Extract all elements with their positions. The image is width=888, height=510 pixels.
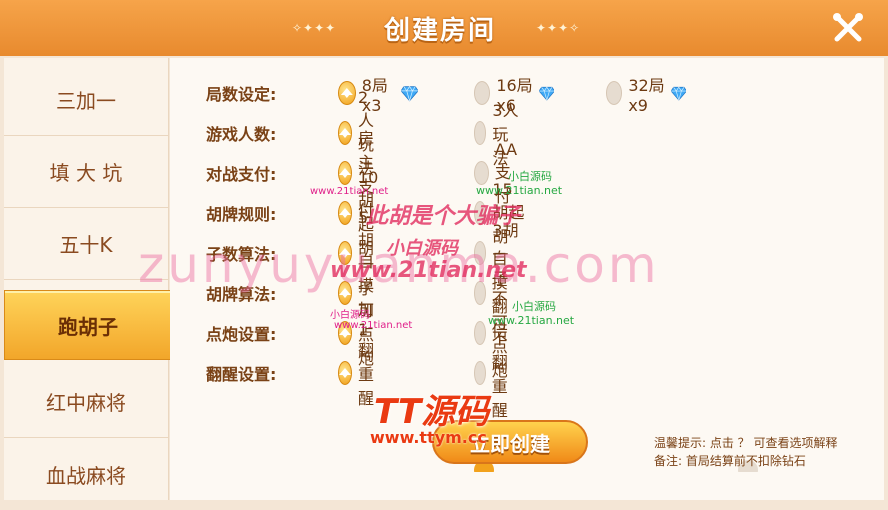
setting-option[interactable]: 32局x9 (606, 76, 687, 115)
radio-checked-icon[interactable] (338, 81, 356, 105)
sidebar-item-tiandakeng[interactable]: 填 大 坑 (4, 136, 168, 208)
setting-label: 胡牌算法: (206, 285, 277, 304)
setting-label: 游戏人数: (206, 125, 277, 144)
game-type-sidebar: 三加一 填 大 坑 五十K 跑胡子 红中麻将 血战麻将 (4, 58, 172, 500)
radio-unchecked-icon[interactable] (474, 281, 486, 305)
sidebar-item-xuezhan-majiang[interactable]: 血战麻将 (4, 438, 168, 510)
radio-checked-icon[interactable] (338, 321, 352, 345)
option-label: 32局x9 (628, 75, 665, 115)
radio-checked-icon[interactable] (338, 201, 352, 225)
sidebar-item-hongzhong-majiang[interactable]: 红中麻将 (4, 366, 168, 438)
tips-text: 温馨提示: 点击 ？ 可查看选项解释 备注: 首局结算前不扣除钻石 (654, 434, 880, 470)
setting-row: 对战支付: 房主支付 AA支付 (206, 129, 517, 220)
setting-label: 对战支付: (206, 165, 277, 184)
setting-row: 翻醒设置: 翻重醒 不翻重醒 (206, 329, 508, 420)
create-room-button[interactable]: 立即创建 (432, 420, 588, 464)
radio-unchecked-icon[interactable] (606, 81, 623, 105)
sidebar-item-paohuzi[interactable]: 跑胡子 (4, 290, 172, 360)
setting-option[interactable]: 不翻重醒 (474, 329, 520, 420)
radio-checked-icon[interactable] (338, 121, 352, 145)
setting-option[interactable]: 翻重醒 (338, 341, 384, 408)
setting-row: 胡牌算法: 自摸加1 自摸翻倍 (206, 249, 508, 340)
setting-row: 点炮设置: 可点炮 不可点炮 (206, 289, 508, 380)
setting-label: 点炮设置: (206, 325, 277, 344)
setting-row: 游戏人数: 2人玩法 3人玩法 (206, 88, 519, 178)
radio-checked-icon[interactable] (338, 361, 352, 385)
title-decoration-right: ✦✦✦✧ (536, 21, 581, 35)
sidebar-item-sanjiayi[interactable]: 三加一 (4, 64, 168, 136)
option-label: 翻重醒 (358, 341, 375, 408)
setting-label: 胡牌规则: (206, 205, 277, 224)
close-x-icon (833, 13, 863, 42)
setting-row: 子数算法: 5胡一子 3胡一子 (206, 208, 519, 298)
radio-unchecked-icon[interactable] (474, 361, 486, 385)
title-bar: ✧✦✦✦ 创建房间 ✦✦✦✧ (0, 0, 888, 56)
setting-label: 翻醒设置: (206, 365, 277, 384)
radio-checked-icon[interactable] (338, 281, 352, 305)
radio-unchecked-icon[interactable] (474, 321, 486, 345)
diamond-icon (538, 86, 555, 101)
radio-checked-icon[interactable] (338, 241, 352, 265)
setting-row: 局数设定: 8局x3 16局x6 32局x9 (206, 76, 687, 115)
option-label: 不翻重醒 (491, 329, 508, 420)
radio-unchecked-icon[interactable] (474, 201, 487, 225)
radio-unchecked-icon[interactable] (474, 81, 491, 105)
diamond-icon (400, 85, 418, 102)
radio-checked-icon[interactable] (338, 161, 352, 185)
tip-line-2: 备注: 首局结算前不扣除钻石 (654, 454, 806, 468)
radio-unchecked-icon[interactable] (474, 121, 487, 145)
radio-unchecked-icon[interactable] (474, 161, 489, 185)
diamond-icon (670, 86, 687, 101)
setting-row: 胡牌规则: 10胡起胡 15胡起胡 (206, 168, 524, 258)
setting-label: 局数设定: (206, 85, 277, 104)
page-title: 创建房间 (383, 15, 496, 46)
setting-label: 子数算法: (206, 245, 277, 264)
radio-unchecked-icon[interactable] (474, 241, 487, 265)
close-button[interactable] (826, 8, 870, 48)
sidebar-item-wushik[interactable]: 五十K (4, 208, 168, 280)
tip-line-1: 温馨提示: 点击 ？ 可查看选项解释 (654, 436, 838, 450)
sidebar-item-label: 跑胡子 (58, 314, 118, 339)
